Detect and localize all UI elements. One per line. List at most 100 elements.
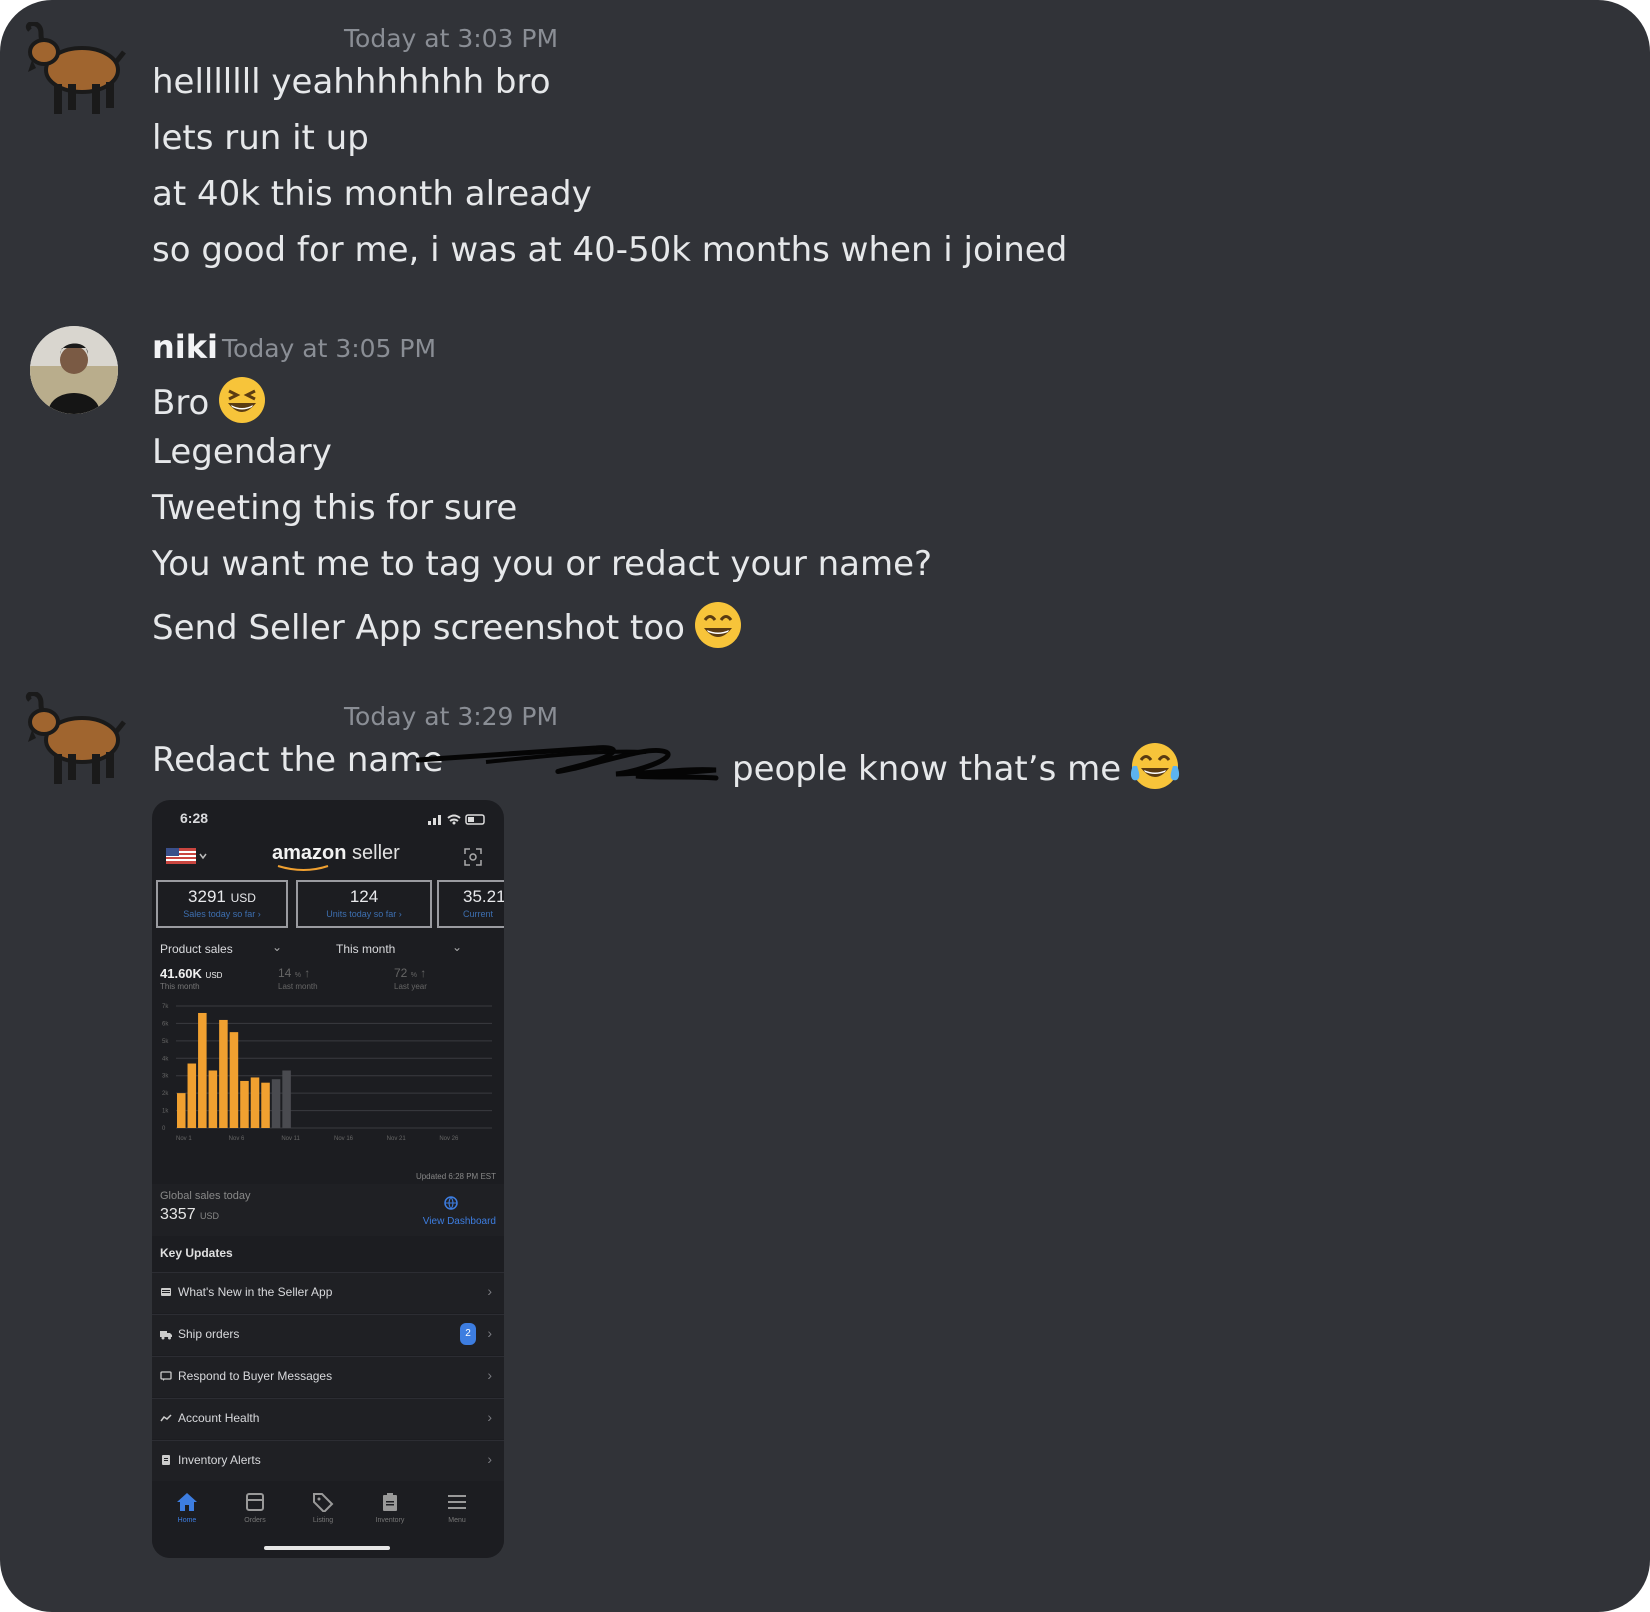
nav-inventory[interactable]: Inventory: [370, 1492, 410, 1524]
yoy-caption: Last year: [394, 982, 427, 991]
phone-time: 6:28: [180, 810, 209, 826]
message-timestamp: Today at 3:03 PM: [344, 24, 559, 53]
row-whats-new[interactable]: What's New in the Seller App ›: [152, 1272, 504, 1313]
seller-app-screenshot[interactable]: 6:28 amazon seller 3291 USD Sales today …: [152, 800, 504, 1558]
scan-icon[interactable]: [464, 848, 482, 871]
message-text: Send Seller App screenshot too: [152, 608, 685, 648]
global-number: 3357: [160, 1206, 196, 1223]
flag-us-icon[interactable]: [166, 848, 210, 871]
x-tick-label: Nov 6: [229, 1136, 245, 1142]
mom-caption: Last month: [278, 982, 318, 991]
yoy-change: 72 % ↑: [394, 966, 427, 980]
y-tick-label: 4k: [162, 1056, 169, 1062]
message-icon: [160, 1371, 172, 1381]
menu-icon: [448, 1495, 466, 1509]
nav-home[interactable]: Home: [174, 1492, 200, 1524]
message-text: people know that’s me: [732, 749, 1122, 789]
row-label: Inventory Alerts: [178, 1453, 261, 1467]
goat-avatar-icon[interactable]: [20, 691, 128, 788]
sales-bar[interactable]: [282, 1070, 291, 1128]
sales-bar[interactable]: [240, 1080, 249, 1128]
pct-sign: %: [294, 972, 301, 979]
x-tick-label: Nov 11: [281, 1136, 300, 1142]
sales-bar[interactable]: [208, 1070, 218, 1128]
user-avatar[interactable]: [30, 326, 118, 414]
goat-avatar-icon[interactable]: [20, 21, 128, 118]
stat-unit: USD: [230, 891, 256, 905]
sales-bar[interactable]: [187, 1063, 197, 1128]
global-unit: USD: [200, 1211, 220, 1221]
global-value: 3357 USD: [160, 1206, 219, 1224]
sales-bar[interactable]: [229, 1032, 239, 1128]
redaction-scribble: [415, 738, 720, 792]
message-line: Bro: [152, 375, 267, 434]
stat-number: 3291: [188, 887, 226, 906]
x-tick-label: Nov 26: [439, 1136, 459, 1142]
nav-menu[interactable]: Menu: [442, 1492, 472, 1524]
globe-icon[interactable]: [444, 1196, 458, 1215]
updated-text: Updated 6:28 PM EST: [415, 1172, 496, 1181]
username[interactable]: niki: [152, 328, 218, 366]
sales-bar[interactable]: [261, 1082, 270, 1128]
message-line: Send Seller App screenshot too: [152, 600, 743, 659]
row-label: Respond to Buyer Messages: [178, 1369, 333, 1383]
y-tick-label: 7k: [162, 1004, 169, 1010]
row-label: What's New in the Seller App: [178, 1285, 333, 1299]
current-card[interactable]: 35.21 Current: [437, 880, 504, 928]
home-indicator: [264, 1546, 390, 1550]
row-account-health[interactable]: Account Health ›: [152, 1398, 504, 1439]
truck-icon: [160, 1331, 172, 1340]
y-tick-label: 1k: [162, 1109, 169, 1115]
sales-bar[interactable]: [219, 1019, 228, 1128]
row-ship-orders[interactable]: Ship orders 2 ›: [152, 1314, 504, 1355]
trend-icon: [160, 1414, 172, 1422]
amazon-seller-logo: amazon seller: [272, 842, 400, 871]
sales-bar[interactable]: [198, 1012, 207, 1128]
period-label[interactable]: This month: [336, 942, 395, 956]
nav-label: Orders: [244, 1517, 266, 1524]
stat-caption: Current: [463, 909, 494, 919]
nav-label: Home: [177, 1517, 197, 1524]
units-today-card[interactable]: 124 Units today so far ›: [296, 880, 432, 928]
summary-number: 41.60K: [160, 966, 202, 981]
sales-bar[interactable]: [271, 1079, 281, 1128]
y-tick-label: 5k: [162, 1039, 169, 1045]
y-tick-label: 3k: [162, 1074, 169, 1080]
inventory-icon: [162, 1455, 170, 1465]
stat-caption: Units today so far ›: [326, 909, 402, 919]
stat-caption: Sales today so far ›: [183, 909, 261, 919]
y-tick-label: 2k: [162, 1091, 169, 1097]
chevron-right-icon: ›: [487, 1409, 492, 1425]
status-icons: [428, 812, 488, 830]
orders-icon: [246, 1493, 264, 1511]
message-line: helllllll yeahhhhhhh bro: [152, 62, 551, 102]
message-line: Redact the name: [152, 740, 444, 780]
stat-number: 35.21: [463, 887, 504, 906]
mom-change: 14 % ↑: [278, 966, 311, 980]
chevron-down-icon[interactable]: ⌄: [272, 940, 282, 954]
row-inventory-alerts[interactable]: Inventory Alerts ›: [152, 1440, 504, 1481]
view-dashboard-link[interactable]: View Dashboard: [423, 1216, 496, 1227]
stat-number: 124: [349, 887, 379, 906]
message-line: Legendary: [152, 432, 332, 472]
sales-today-card[interactable]: 3291 USD Sales today so far ›: [156, 880, 288, 928]
nav-listing[interactable]: Listing: [306, 1492, 340, 1524]
sales-bar[interactable]: [177, 1093, 186, 1128]
month-sales-value: 41.60K USD: [160, 966, 222, 981]
key-updates-heading: Key Updates: [160, 1246, 233, 1260]
x-tick-label: Nov 21: [387, 1136, 407, 1142]
chevron-down-icon[interactable]: ⌄: [452, 940, 462, 954]
nav-label: Listing: [312, 1517, 334, 1524]
summary-unit: USD: [205, 971, 223, 980]
news-icon: [161, 1288, 171, 1296]
sales-bar[interactable]: [250, 1077, 260, 1128]
yoy-value: 72: [394, 966, 408, 980]
stat-value: 3291 USD: [158, 887, 286, 907]
brand-name: amazon: [272, 842, 347, 864]
row-buyer-messages[interactable]: Respond to Buyer Messages ›: [152, 1356, 504, 1397]
message-timestamp: Today at 3:05 PM: [222, 334, 437, 363]
nav-orders[interactable]: Orders: [238, 1492, 272, 1524]
chevron-right-icon: ›: [487, 1367, 492, 1383]
message-line: people know that’s me: [732, 740, 1181, 801]
row-label: Account Health: [178, 1411, 260, 1425]
